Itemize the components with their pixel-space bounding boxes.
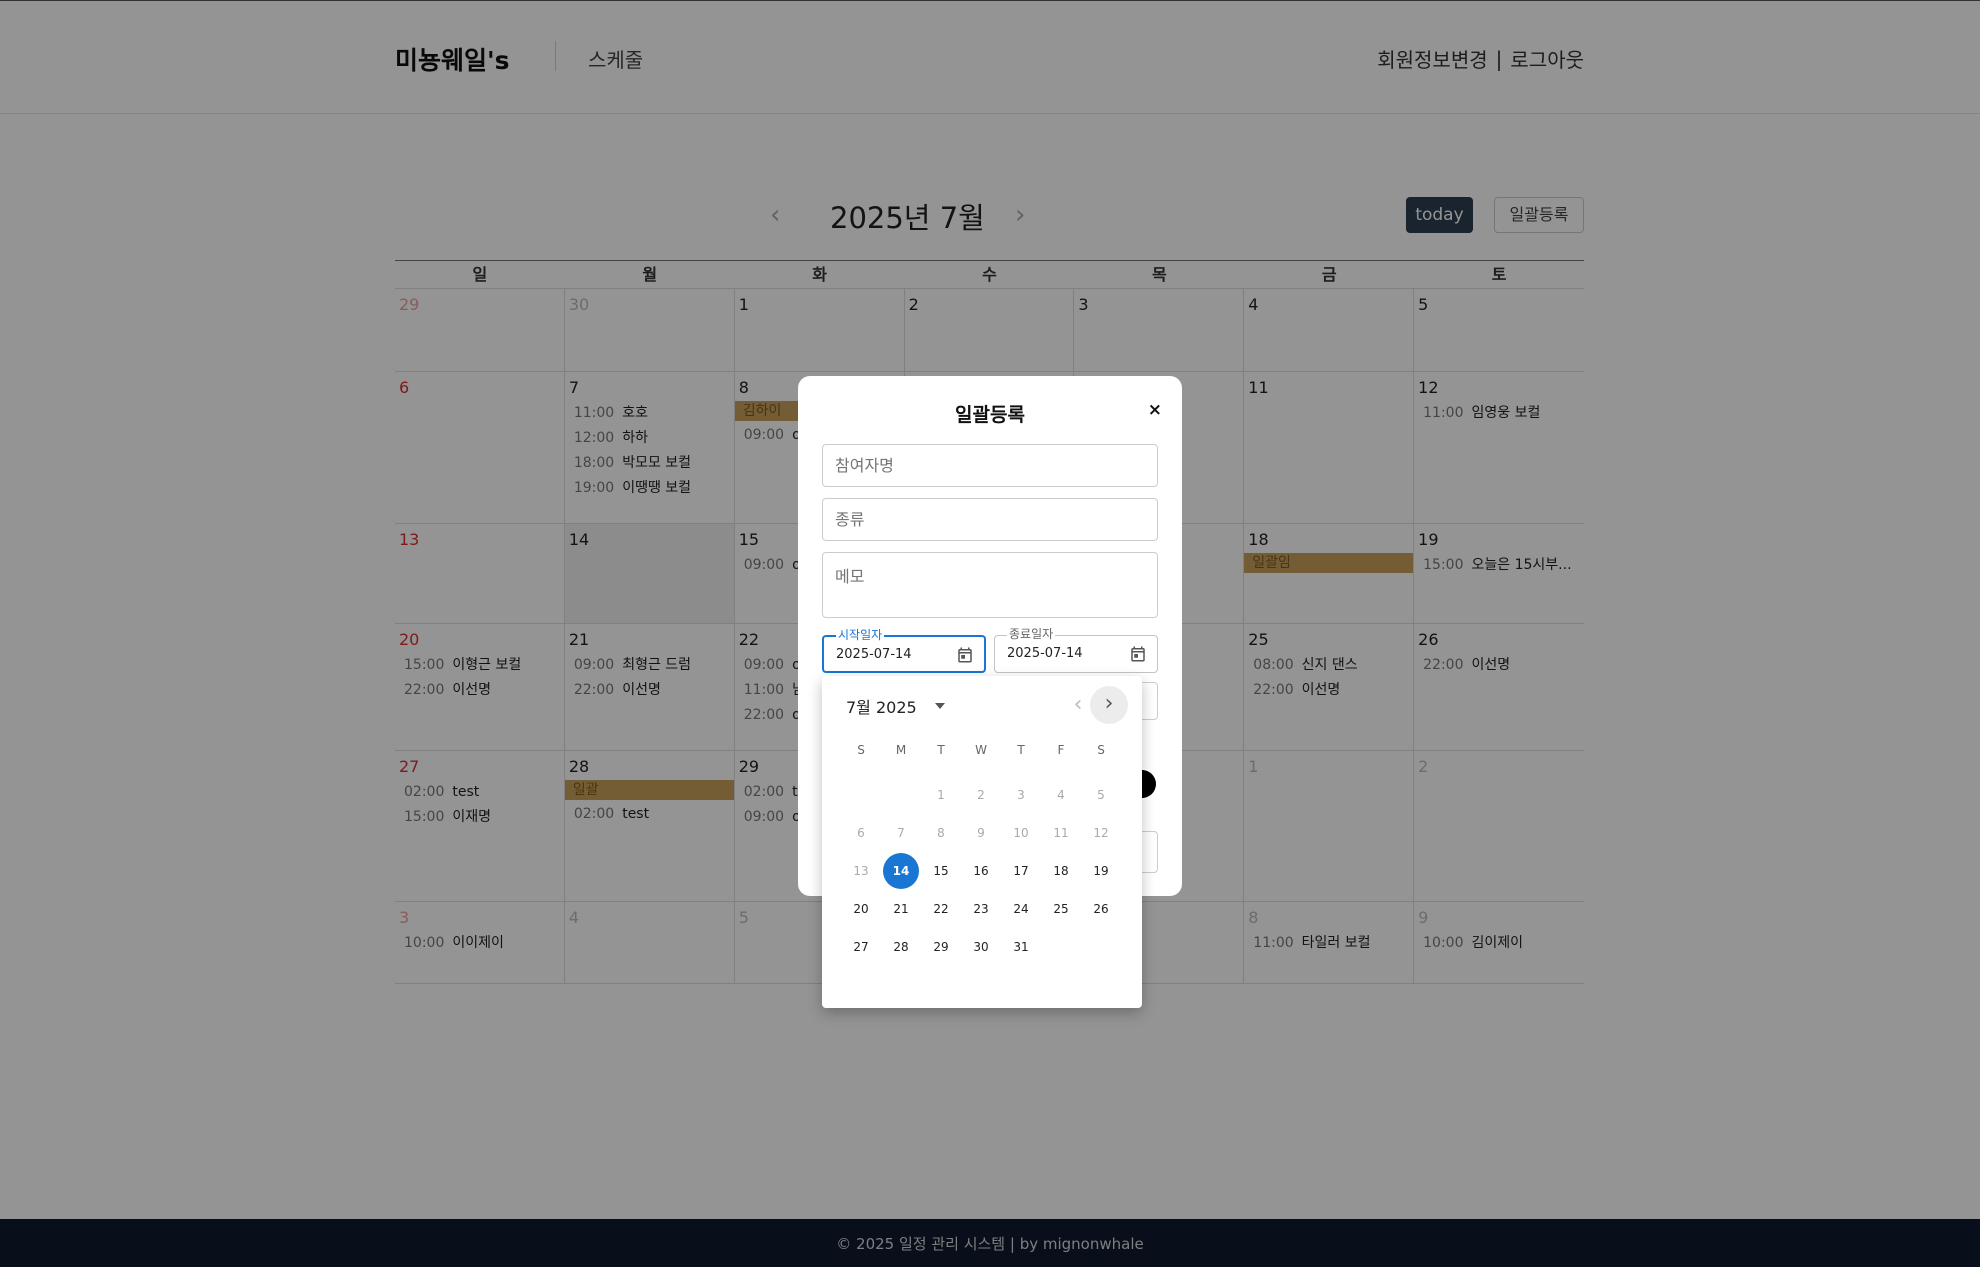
picker-next-month-icon[interactable]: › [1090, 686, 1128, 724]
picker-day: 11 [1041, 814, 1081, 852]
picker-day[interactable]: 30 [961, 928, 1001, 966]
picker-day-number: 23 [973, 902, 989, 916]
picker-month-switch[interactable]: 7월 2025 [846, 694, 945, 718]
picker-day-number: 18 [1053, 864, 1069, 878]
picker-day: 13 [841, 852, 881, 890]
modal-title: 일괄등록 [955, 404, 1025, 426]
picker-day: 12 [1081, 814, 1121, 852]
picker-month-label: 7월 2025 [846, 698, 917, 717]
picker-day-selected[interactable]: 14 [881, 852, 921, 890]
picker-day[interactable]: 21 [881, 890, 921, 928]
picker-day-number: 19 [1093, 864, 1109, 878]
picker-day: 8 [921, 814, 961, 852]
calendar-icon[interactable] [1129, 644, 1147, 664]
picker-day-number: 9 [977, 826, 985, 840]
picker-day: 5 [1081, 776, 1121, 814]
picker-weekday-label: M [895, 743, 907, 757]
picker-day[interactable]: 20 [841, 890, 881, 928]
picker-day-number: 2 [977, 788, 985, 802]
picker-day[interactable]: 29 [921, 928, 961, 966]
picker-day-number: 3 [1017, 788, 1025, 802]
picker-day-grid: S M T W T F S 1 2 3 4 5 6 7 8 9 10 11 12 13 14 15 16 17 18 19 20 21… [841, 738, 1121, 966]
picker-day-number: 27 [853, 940, 869, 954]
picker-weekday-label: W [975, 743, 987, 757]
picker-day[interactable]: 22 [921, 890, 961, 928]
picker-day-number: 14 [883, 853, 919, 889]
start-date-label: 시작일자 [836, 627, 885, 643]
picker-day-number: 21 [893, 902, 909, 916]
date-picker-popover: 7월 2025 ‹ › S M T W T F S 1 2 3 4 5 6 7 8 9 10 11 12 13 14 15… [822, 676, 1142, 1008]
picker-day-number: 11 [1053, 826, 1069, 840]
picker-weekday-label: S [1097, 743, 1105, 757]
picker-day[interactable]: 19 [1081, 852, 1121, 890]
calendar-icon[interactable] [956, 645, 974, 665]
picker-weekday-label: F [1057, 743, 1065, 757]
picker-day-number: 6 [857, 826, 865, 840]
picker-day: 9 [961, 814, 1001, 852]
picker-day-number: 5 [1097, 788, 1105, 802]
picker-weekday-label: T [937, 743, 945, 757]
end-date-label: 종료일자 [1007, 626, 1056, 642]
picker-day-number: 8 [937, 826, 945, 840]
picker-day-number: 28 [893, 940, 909, 954]
picker-day[interactable]: 31 [1001, 928, 1041, 966]
picker-day-number: 7 [897, 826, 905, 840]
caret-down-icon [934, 703, 945, 709]
picker-day: 1 [921, 776, 961, 814]
picker-day-number: 26 [1093, 902, 1109, 916]
picker-day-number: 4 [1057, 788, 1065, 802]
picker-day: 3 [1001, 776, 1041, 814]
start-date-field[interactable]: 시작일자 2025-07-14 [822, 627, 986, 673]
picker-weekday-label: S [857, 743, 865, 757]
picker-day[interactable]: 24 [1001, 890, 1041, 928]
picker-weekday-label: T [1017, 743, 1025, 757]
start-date-value: 2025-07-14 [836, 647, 912, 662]
picker-day-number: 24 [1013, 902, 1029, 916]
picker-day-number: 20 [853, 902, 869, 916]
type-input[interactable] [822, 498, 1158, 541]
picker-day[interactable]: 26 [1081, 890, 1121, 928]
picker-day: 10 [1001, 814, 1041, 852]
picker-day [841, 776, 881, 814]
picker-day-number: 17 [1013, 864, 1029, 878]
picker-day: 7 [881, 814, 921, 852]
picker-day [881, 776, 921, 814]
picker-day[interactable]: 28 [881, 928, 921, 966]
picker-day-number: 31 [1013, 940, 1029, 954]
picker-day[interactable]: 17 [1001, 852, 1041, 890]
picker-day: 6 [841, 814, 881, 852]
picker-day-number: 29 [933, 940, 949, 954]
picker-day-number: 10 [1013, 826, 1029, 840]
end-date-field[interactable]: 종료일자 2025-07-14 [994, 626, 1158, 673]
picker-day-number: 25 [1053, 902, 1069, 916]
participant-input[interactable] [822, 444, 1158, 487]
picker-day[interactable]: 25 [1041, 890, 1081, 928]
picker-day-number: 1 [937, 788, 945, 802]
picker-day[interactable]: 23 [961, 890, 1001, 928]
picker-day-number: 30 [973, 940, 989, 954]
picker-day-number: 13 [853, 864, 869, 878]
picker-day: 4 [1041, 776, 1081, 814]
picker-day[interactable]: 18 [1041, 852, 1081, 890]
picker-day[interactable]: 16 [961, 852, 1001, 890]
memo-textarea[interactable] [822, 552, 1158, 618]
picker-day-number: 22 [933, 902, 949, 916]
picker-day[interactable]: 15 [921, 852, 961, 890]
picker-day-number: 12 [1093, 826, 1109, 840]
picker-day: 2 [961, 776, 1001, 814]
picker-day[interactable]: 27 [841, 928, 881, 966]
end-date-value: 2025-07-14 [1007, 646, 1083, 661]
close-icon[interactable]: × [1148, 400, 1162, 420]
picker-day-number: 15 [933, 864, 949, 878]
picker-day-number: 16 [973, 864, 989, 878]
